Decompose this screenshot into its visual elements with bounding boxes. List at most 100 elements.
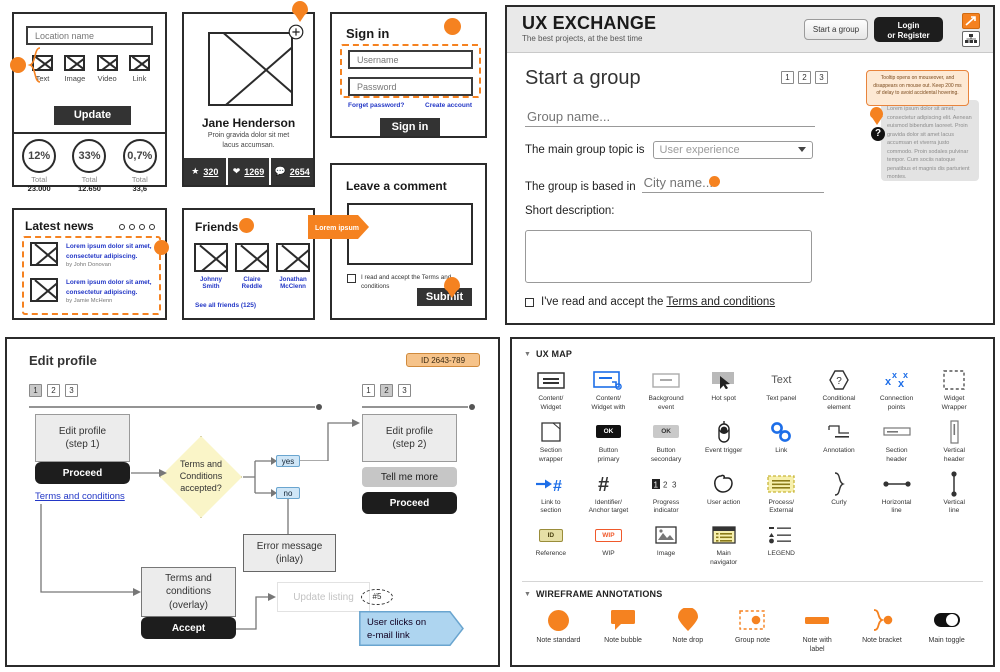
collapse-triangle-icon[interactable]: ▼ bbox=[524, 591, 531, 598]
anno-item-note-standard: Note standard bbox=[526, 607, 591, 654]
step-3[interactable]: 3 bbox=[398, 384, 411, 397]
step-3[interactable]: 3 bbox=[65, 384, 78, 397]
step-indicator-left[interactable]: 1 2 3 bbox=[29, 384, 78, 397]
friend-item[interactable]: Claire Reddle bbox=[235, 243, 269, 290]
city-input[interactable] bbox=[641, 175, 824, 193]
carousel-dot[interactable] bbox=[129, 224, 135, 230]
step-1[interactable]: 1 bbox=[362, 384, 375, 397]
svg-text:#: # bbox=[553, 478, 562, 493]
legend-item-empty bbox=[925, 522, 983, 568]
decision-line-1: Terms and bbox=[179, 459, 223, 470]
terms-and-conditions-link[interactable]: Terms and conditions bbox=[35, 491, 125, 502]
box-line-1: Edit profile bbox=[58, 425, 107, 437]
news-item[interactable]: Lorem ipsum dolor sit amet, consectetur … bbox=[30, 278, 156, 304]
news-item[interactable]: Lorem ipsum dolor sit amet, consectetur … bbox=[30, 242, 156, 268]
friend-last-name[interactable]: Smith bbox=[194, 283, 228, 290]
profile-photo-placeholder bbox=[208, 32, 293, 106]
anno-item-note-bubble: Note bubble bbox=[591, 607, 656, 654]
topic-select[interactable]: User experience bbox=[652, 141, 813, 159]
step-indicator[interactable]: 1 2 3 bbox=[781, 71, 828, 84]
tell-me-more-button[interactable]: Tell me more bbox=[362, 467, 457, 487]
terms-link[interactable]: Terms and conditions bbox=[666, 296, 775, 308]
password-input[interactable]: Password bbox=[348, 77, 473, 96]
step-3[interactable]: 3 bbox=[815, 71, 828, 84]
location-name-input[interactable]: Location name bbox=[26, 26, 153, 45]
signin-button[interactable]: Sign in bbox=[380, 118, 440, 136]
callout-label: Lorem ipsum bbox=[315, 225, 359, 232]
step-1[interactable]: 1 bbox=[781, 71, 794, 84]
forgot-password-link[interactable]: Forget password? bbox=[348, 102, 404, 109]
description-textarea[interactable] bbox=[525, 230, 812, 283]
connector-line bbox=[40, 504, 141, 596]
accept-button[interactable]: Accept bbox=[141, 617, 236, 639]
profile-stat-comments[interactable]: 💬 2654 bbox=[271, 158, 313, 185]
create-account-link[interactable]: Create account bbox=[425, 102, 472, 109]
legend-item-curly: Curly bbox=[810, 471, 868, 517]
video-thumb-icon bbox=[96, 55, 118, 71]
edit-profile-step2-box[interactable]: Edit profile (step 2) bbox=[362, 414, 457, 462]
friend-first-name[interactable]: Johnny bbox=[194, 276, 228, 283]
profile-bio-line1: Proin gravida dolor sit met bbox=[207, 132, 290, 139]
step-indicator-right[interactable]: 1 2 3 bbox=[362, 384, 411, 397]
update-button[interactable]: Update bbox=[54, 106, 131, 125]
main-navigator-icon[interactable] bbox=[962, 31, 980, 47]
friend-item[interactable]: Johnny Smith bbox=[194, 243, 228, 290]
legend-item-identifier-anchor: # Identifier/Anchor target bbox=[580, 471, 638, 517]
carousel-dot[interactable] bbox=[119, 224, 125, 230]
terms-checkbox[interactable] bbox=[525, 297, 534, 307]
legend-item-text-panel: Text Text panel bbox=[753, 367, 811, 413]
news-headline[interactable]: Lorem ipsum dolor sit amet, consectetur … bbox=[66, 242, 156, 261]
username-input[interactable]: Username bbox=[348, 50, 473, 69]
see-all-friends-link[interactable]: See all friends (125) bbox=[195, 302, 256, 309]
help-icon[interactable]: ? bbox=[871, 127, 885, 141]
friend-last-name[interactable]: McClenn bbox=[276, 283, 310, 290]
friend-first-name[interactable]: Jonathan bbox=[276, 276, 310, 283]
legend-label-1: Content/ bbox=[538, 395, 564, 402]
carousel-dot[interactable] bbox=[149, 224, 155, 230]
button-primary-glyph: OK bbox=[595, 425, 622, 439]
terms-checkbox[interactable] bbox=[347, 274, 356, 283]
step-2[interactable]: 2 bbox=[798, 71, 811, 84]
friend-last-name[interactable]: Reddle bbox=[235, 283, 269, 290]
box-line-2: (inlay) bbox=[275, 554, 304, 565]
media-item[interactable]: Video bbox=[96, 55, 118, 83]
main-toggle-icon[interactable] bbox=[914, 607, 979, 633]
collapse-triangle-icon[interactable]: ▼ bbox=[524, 351, 531, 358]
site-header: UX EXCHANGE The best projects, at the be… bbox=[507, 7, 993, 53]
login-register-button[interactable]: Login or Register bbox=[874, 17, 943, 42]
anno-label-1: Main toggle bbox=[928, 637, 965, 644]
terms-overlay-box[interactable]: Terms and conditions (overlay) bbox=[141, 567, 236, 617]
plus-circle-icon[interactable] bbox=[288, 24, 304, 40]
image-thumb-icon bbox=[64, 55, 86, 71]
stat-total-label: Total bbox=[31, 175, 48, 184]
profile-bio-line2: lacus accumsan. bbox=[222, 142, 275, 149]
step-2[interactable]: 2 bbox=[380, 384, 393, 397]
comment-submit-button[interactable]: Submit bbox=[417, 288, 472, 306]
profile-stat-likes[interactable]: ❤ 1269 bbox=[228, 158, 272, 185]
proceed-button-2[interactable]: Proceed bbox=[362, 492, 457, 514]
news-headline[interactable]: Lorem ipsum dolor sit amet, consectetur … bbox=[66, 278, 156, 297]
wireframe-kit-poster: Location name Text Image Video Link Upda… bbox=[0, 0, 1000, 672]
box-line-2: conditions bbox=[165, 586, 212, 598]
legend-item-connection-points: xxxx Connection points bbox=[868, 367, 926, 413]
chevron-down-icon bbox=[797, 147, 806, 152]
media-item[interactable]: Link bbox=[128, 55, 150, 83]
step-2[interactable]: 2 bbox=[47, 384, 60, 397]
group-name-input[interactable] bbox=[525, 109, 815, 127]
start-a-group-button[interactable]: Start a group bbox=[804, 19, 868, 40]
friend-item[interactable]: Jonathan McClenn bbox=[276, 243, 310, 290]
link-thumb-icon bbox=[128, 55, 150, 71]
wip-glyph: WIP bbox=[595, 528, 622, 542]
edit-profile-step1-box[interactable]: Edit profile (step 1) bbox=[35, 414, 130, 462]
process-external-icon bbox=[753, 471, 811, 497]
step-1[interactable]: 1 bbox=[29, 384, 42, 397]
proceed-button-1[interactable]: Proceed bbox=[35, 462, 130, 484]
profile-stat-stars[interactable]: ★ 320 bbox=[184, 158, 228, 185]
comment-title: Leave a comment bbox=[346, 179, 447, 193]
friend-first-name[interactable]: Claire bbox=[235, 276, 269, 283]
button-secondary-glyph: OK bbox=[653, 425, 679, 439]
carousel-dot[interactable] bbox=[139, 224, 145, 230]
anno-item-main-toggle: Main toggle bbox=[914, 607, 979, 654]
media-item[interactable]: Image bbox=[64, 55, 86, 83]
carousel-dots[interactable] bbox=[119, 224, 155, 230]
